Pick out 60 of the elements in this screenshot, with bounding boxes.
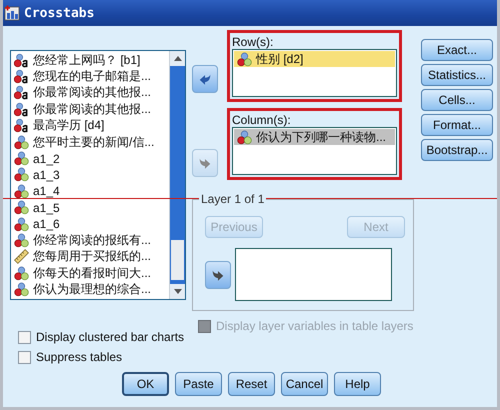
target-label: Column(s): [232,113,292,127]
scroll-down-icon[interactable] [174,289,182,294]
variable-item[interactable]: 最高学历 [d4] [11,118,169,134]
dialog-button[interactable]: Paste [175,372,222,396]
option-checkbox[interactable]: Suppress tables [18,348,497,366]
nominal-variable-icon [237,52,252,67]
string-variable-icon [14,118,29,134]
scroll-up-icon[interactable] [174,56,182,61]
variable-item[interactable]: 你经常阅读的报纸有... [11,232,169,249]
nominal-variable-icon [14,200,29,216]
string-variable-icon [14,102,29,117]
target-label: Row(s): [232,35,274,49]
nominal-variable-icon [14,232,29,248]
move-arrow-button[interactable] [192,65,218,93]
target-list[interactable]: 你认为下列哪一种读物... [232,127,397,175]
variable-item[interactable]: 您每周用于买报纸的... [11,248,169,266]
variable-item[interactable]: 您现在的电子邮箱是... [11,68,169,85]
window-title: Crosstabs [24,6,94,20]
nominal-variable-icon [14,282,29,298]
target-item[interactable]: 性别 [d2] [234,51,395,68]
dialog-button[interactable]: Statistics... [421,64,493,86]
nominal-variable-icon [237,130,252,145]
nominal-variable-icon [14,167,29,182]
nominal-variable-icon [14,216,29,232]
variable-item[interactable]: 你最常阅读的其他报... [11,84,169,102]
layer-title: Layer 1 of 1 [199,192,266,206]
variable-item[interactable]: a1_5 [11,200,169,216]
scroll-thumb[interactable] [171,240,184,280]
variable-item[interactable]: a1_6 [11,216,169,232]
move-arrow-button[interactable] [205,260,231,288]
dialog-button[interactable]: OK [122,372,169,396]
variable-item[interactable]: 你每天的看报时间大... [11,265,169,282]
layer-list[interactable] [235,248,392,301]
app-icon [4,5,20,21]
nominal-variable-icon [14,151,29,166]
variable-item[interactable]: a1_2 [11,150,169,167]
string-variable-icon [14,69,29,84]
variable-list[interactable]: 您经常上网吗？ [b1] 您现在的电子邮箱是... 你最常阅读的其他报... 你最常阅读的其他报... 最高学历 [d4] 您平时主要的新闻/信... a1_2 a1_3 a1_4 a1_5 a1_6 你经常阅读的报纸有... 您每周用于买报纸的... 你每天的看报时间大... 你认为最理想的综合... [10,50,186,300]
target-list[interactable]: 性别 [d2] [232,49,397,97]
dialog-button[interactable]: Bootstrap... [421,139,493,161]
dialog-button[interactable]: Help [334,372,381,396]
dialog-button[interactable]: Cells... [421,89,493,111]
scrollbar[interactable] [169,51,185,299]
target-item[interactable]: 你认为下列哪一种读物... [234,129,395,146]
dialog-button[interactable]: Format... [421,114,493,136]
variable-item[interactable]: a1_3 [11,166,169,184]
dialog-button[interactable]: Exact... [421,39,493,61]
variable-item[interactable]: 您经常上网吗？ [b1] [11,52,169,68]
variable-item[interactable]: 您平时主要的新闻/信... [11,134,169,150]
ruler-icon [14,249,29,264]
nominal-variable-icon [14,184,29,199]
variable-item[interactable]: 你最常阅读的其他报... [11,101,169,118]
dialog-button[interactable]: Reset [228,372,275,396]
string-variable-icon [14,52,29,68]
string-variable-icon [14,85,29,100]
variable-item[interactable]: a1_4 [11,183,169,200]
variable-item[interactable]: 你认为最理想的综合... [11,281,169,298]
dialog-button[interactable]: Cancel [281,372,328,396]
nominal-variable-icon [14,266,29,281]
nominal-variable-icon [14,134,29,150]
